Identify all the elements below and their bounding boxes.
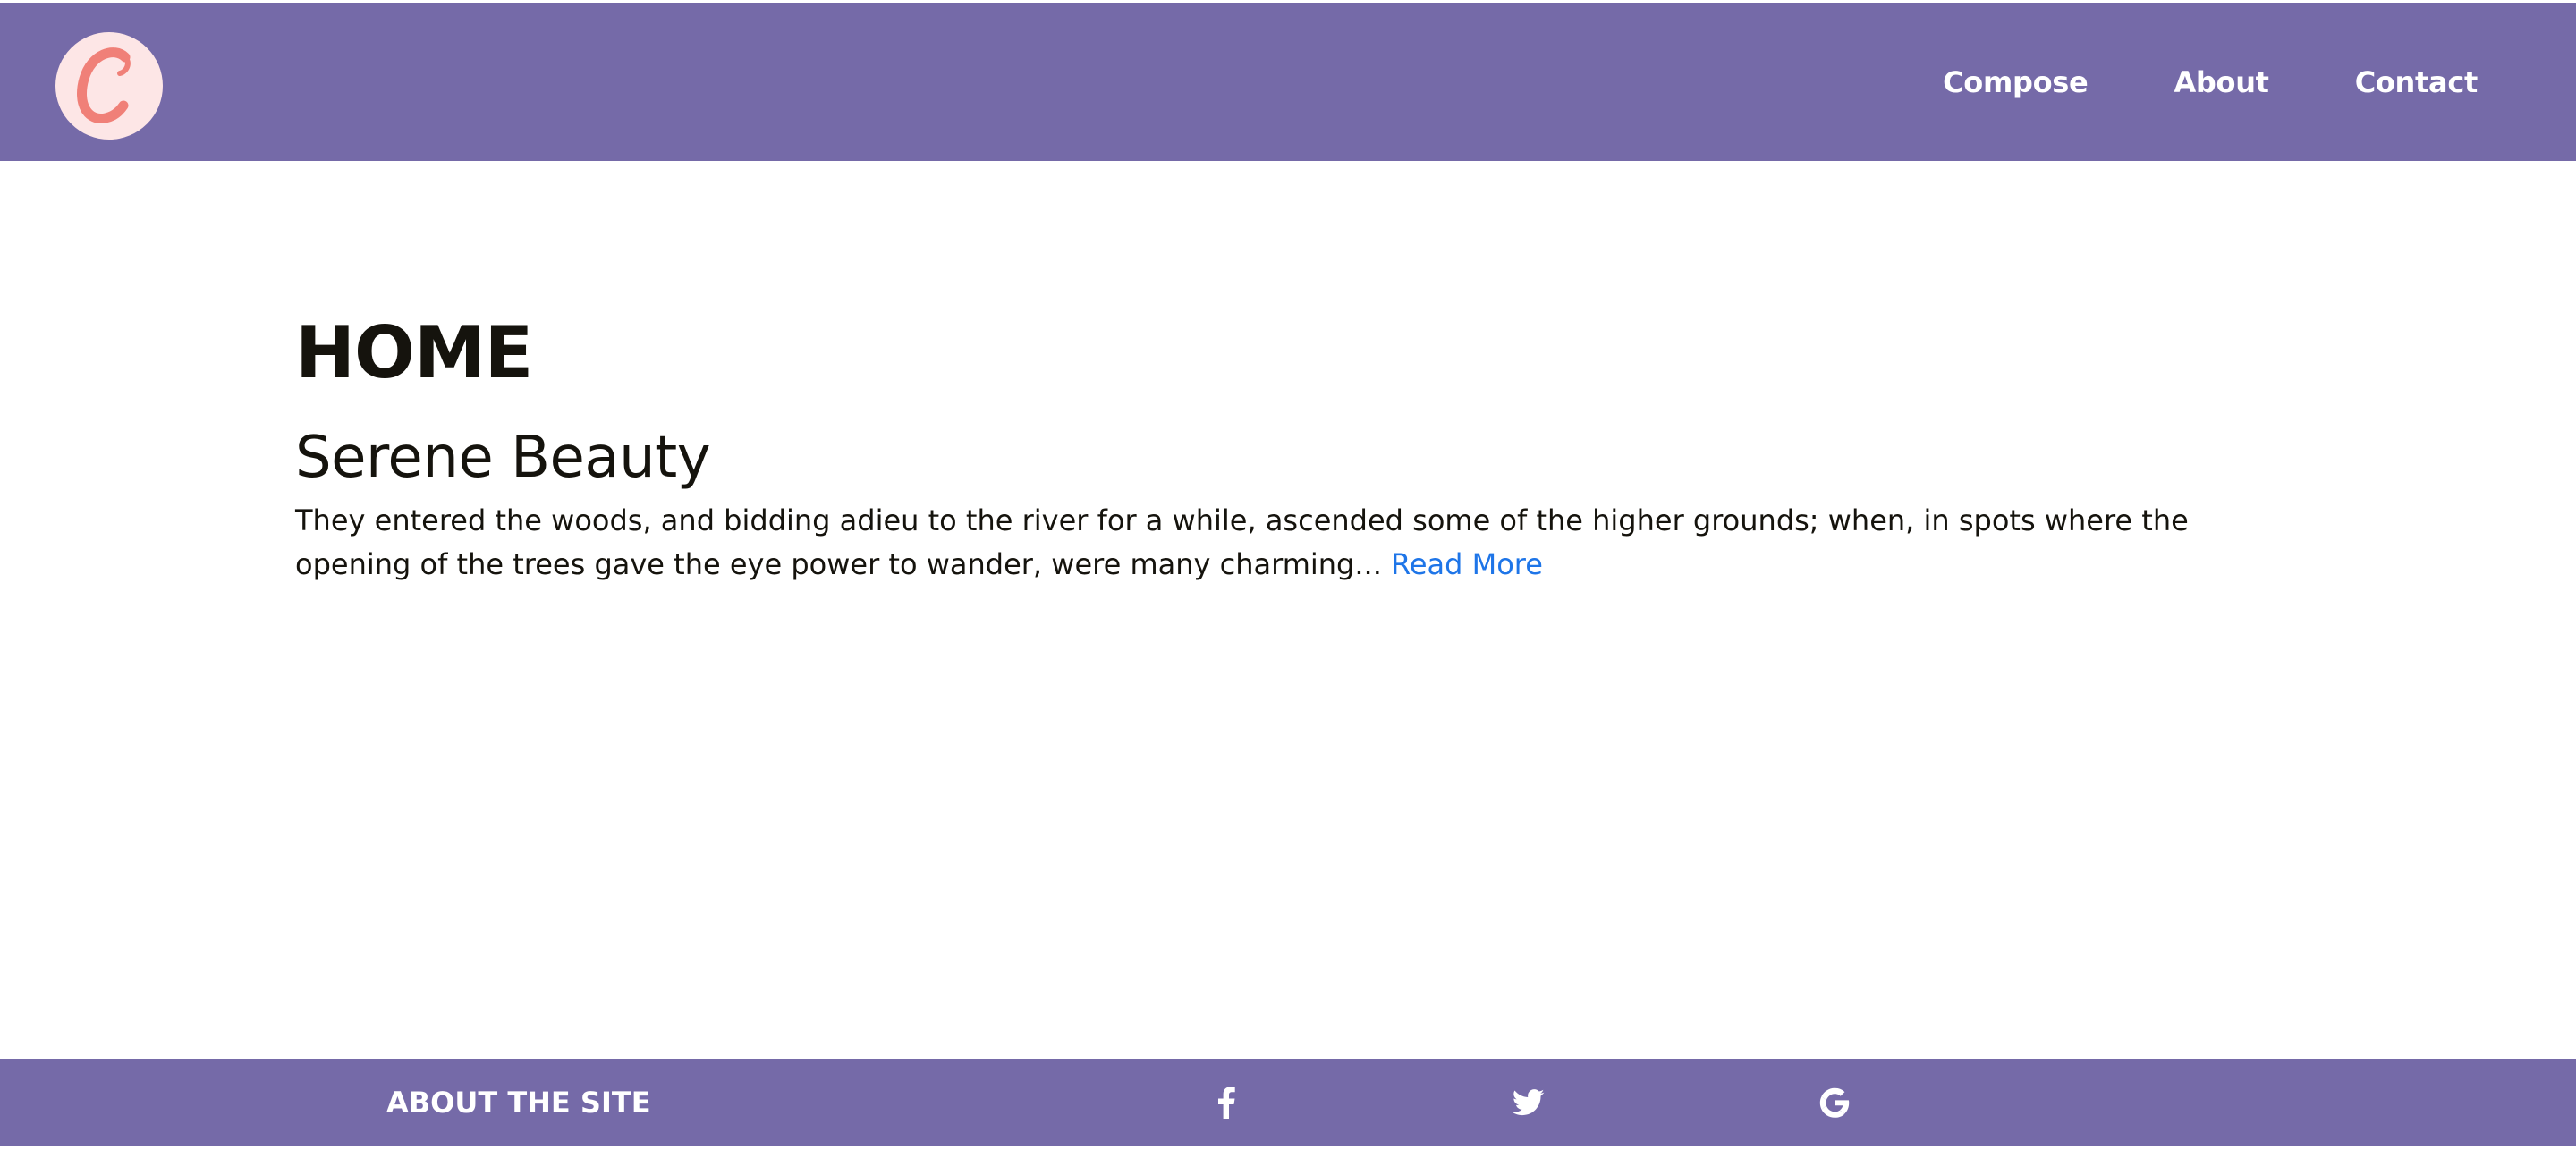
- google-icon: [1819, 1087, 1850, 1118]
- site-logo[interactable]: [55, 32, 163, 140]
- main-content: HOME Serene Beauty They entered the wood…: [295, 304, 2263, 587]
- post-excerpt-text: They entered the woods, and bidding adie…: [295, 503, 2189, 581]
- footer-bottom-edge: [0, 1146, 2576, 1150]
- facebook-link[interactable]: [1199, 1059, 1253, 1146]
- post-title: Serene Beauty: [295, 425, 711, 491]
- nav-contact-link[interactable]: Contact: [2355, 65, 2479, 99]
- footer-about-link[interactable]: ABOUT THE SITE: [386, 1059, 651, 1146]
- post-excerpt: They entered the woods, and bidding adie…: [295, 499, 2191, 587]
- top-navbar: Compose About Contact: [0, 3, 2576, 161]
- footer: ABOUT THE SITE: [0, 1059, 2576, 1146]
- twitter-link[interactable]: [1502, 1059, 1555, 1146]
- main-nav: Compose About Contact: [1857, 3, 2478, 161]
- read-more-link[interactable]: Read More: [1391, 547, 1543, 581]
- google-link[interactable]: [1808, 1059, 1861, 1146]
- nav-compose-link[interactable]: Compose: [1943, 65, 2089, 99]
- nav-about-link[interactable]: About: [2174, 65, 2269, 99]
- page: Compose About Contact HOME Serene Beauty…: [0, 0, 2576, 1150]
- cursive-c-logo-icon: [77, 47, 131, 123]
- facebook-icon: [1218, 1086, 1235, 1119]
- twitter-icon: [1513, 1088, 1545, 1115]
- post-preview: Serene Beauty They entered the woods, an…: [295, 422, 2263, 587]
- page-title: HOME: [295, 311, 533, 394]
